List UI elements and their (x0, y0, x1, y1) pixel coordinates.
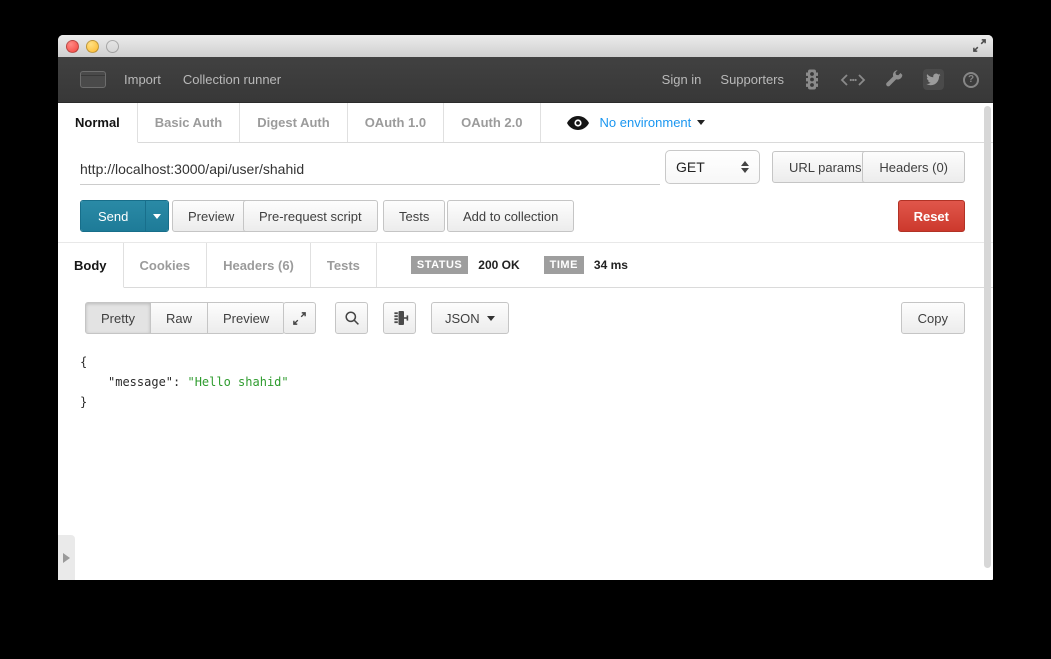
time-badge: TIME (543, 256, 584, 274)
tab-oauth-2[interactable]: OAuth 2.0 (444, 103, 541, 142)
status-value: 200 OK (478, 258, 520, 272)
json-string-value: "Hello shahid" (187, 375, 289, 389)
view-mode-raw[interactable]: Raw (149, 302, 208, 334)
import-button[interactable]: Import (124, 72, 161, 87)
view-mode-group: Pretty Raw Preview (85, 302, 286, 334)
tests-button[interactable]: Tests (383, 200, 446, 232)
supporters-button[interactable]: Supporters (720, 72, 784, 87)
environment-selector[interactable]: No environment (600, 115, 706, 130)
time-value: 34 ms (593, 258, 628, 272)
code-line: } (80, 395, 88, 409)
sidebar-toggle[interactable] (58, 535, 75, 580)
json-separator: : (173, 375, 188, 389)
main-toolbar: Import Collection runner Sign in Support… (58, 57, 993, 103)
chevron-down-icon (153, 213, 162, 219)
sign-in-button[interactable]: Sign in (662, 72, 702, 87)
actions-row: Send Preview Pre-request script Tests Ad… (58, 197, 993, 243)
send-split-button: Send (80, 200, 170, 232)
chevron-down-icon (697, 120, 706, 125)
chevron-down-icon (486, 315, 495, 321)
format-select[interactable]: JSON (431, 302, 509, 334)
titlebar (58, 35, 993, 57)
interceptor-traffic-light-icon[interactable] (803, 68, 821, 91)
request-url-row: GET URL params Headers (0) (58, 143, 993, 197)
send-button[interactable]: Send (81, 201, 146, 231)
environment-label: No environment (599, 115, 692, 130)
expand-fullscreen-button[interactable] (283, 302, 316, 334)
resize-window-icon[interactable] (972, 38, 987, 53)
twitter-icon[interactable] (923, 69, 944, 90)
minimize-window-button[interactable] (86, 40, 99, 53)
method-select[interactable]: GET (665, 150, 760, 184)
search-icon (344, 311, 359, 325)
response-tab-tests[interactable]: Tests (311, 243, 377, 287)
tab-digest-auth[interactable]: Digest Auth (240, 103, 348, 142)
response-body-viewer: { "message": "Hello shahid" } (80, 352, 289, 412)
response-tab-body[interactable]: Body (58, 243, 124, 288)
select-arrows-icon (741, 161, 749, 173)
url-input[interactable] (80, 153, 660, 185)
chevron-right-icon (63, 552, 70, 563)
view-mode-preview[interactable]: Preview (206, 302, 286, 334)
code-line: { (80, 355, 88, 369)
status-badge: STATUS (410, 256, 469, 274)
view-mode-pretty[interactable]: Pretty (85, 302, 151, 334)
code-snippets-icon[interactable] (840, 73, 866, 87)
preview-button[interactable]: Preview (172, 200, 251, 232)
settings-wrench-icon[interactable] (885, 70, 904, 89)
viewer-controls-row: Pretty Raw Preview JSON Copy (58, 288, 993, 348)
pre-request-script-button[interactable]: Pre-request script (243, 200, 378, 232)
response-tabs-bar: Body Cookies Headers (6) Tests STATUS 20… (58, 243, 993, 288)
expand-arrows-icon (293, 311, 306, 325)
response-tab-cookies[interactable]: Cookies (124, 243, 208, 287)
json-key: "message" (108, 375, 174, 389)
line-wrap-icon (393, 311, 408, 325)
add-to-collection-button[interactable]: Add to collection (447, 200, 575, 232)
app-window: Import Collection runner Sign in Support… (58, 35, 993, 580)
close-window-button[interactable] (66, 40, 79, 53)
collections-drawer-icon[interactable] (80, 71, 106, 88)
request-headers-button[interactable]: Headers (0) (862, 151, 965, 183)
environment-preview-eye-icon[interactable] (566, 115, 589, 130)
line-wrap-button[interactable] (383, 302, 416, 334)
method-value: GET (676, 159, 705, 175)
copy-button[interactable]: Copy (900, 302, 965, 334)
tab-basic-auth[interactable]: Basic Auth (138, 103, 241, 142)
code-line: "message": "Hello shahid" (80, 372, 289, 392)
reset-button[interactable]: Reset (897, 200, 965, 232)
search-button[interactable] (335, 302, 368, 334)
send-options-button[interactable] (145, 201, 169, 231)
collection-runner-button[interactable]: Collection runner (183, 72, 281, 87)
response-tab-headers[interactable]: Headers (6) (207, 243, 311, 287)
tab-normal[interactable]: Normal (58, 103, 138, 143)
help-icon[interactable]: ? (963, 71, 979, 88)
tab-oauth-1[interactable]: OAuth 1.0 (348, 103, 445, 142)
vertical-scrollbar[interactable] (984, 106, 991, 568)
format-value: JSON (445, 310, 480, 326)
auth-tabs-bar: Normal Basic Auth Digest Auth OAuth 1.0 … (58, 103, 993, 143)
zoom-window-button[interactable] (106, 40, 119, 53)
